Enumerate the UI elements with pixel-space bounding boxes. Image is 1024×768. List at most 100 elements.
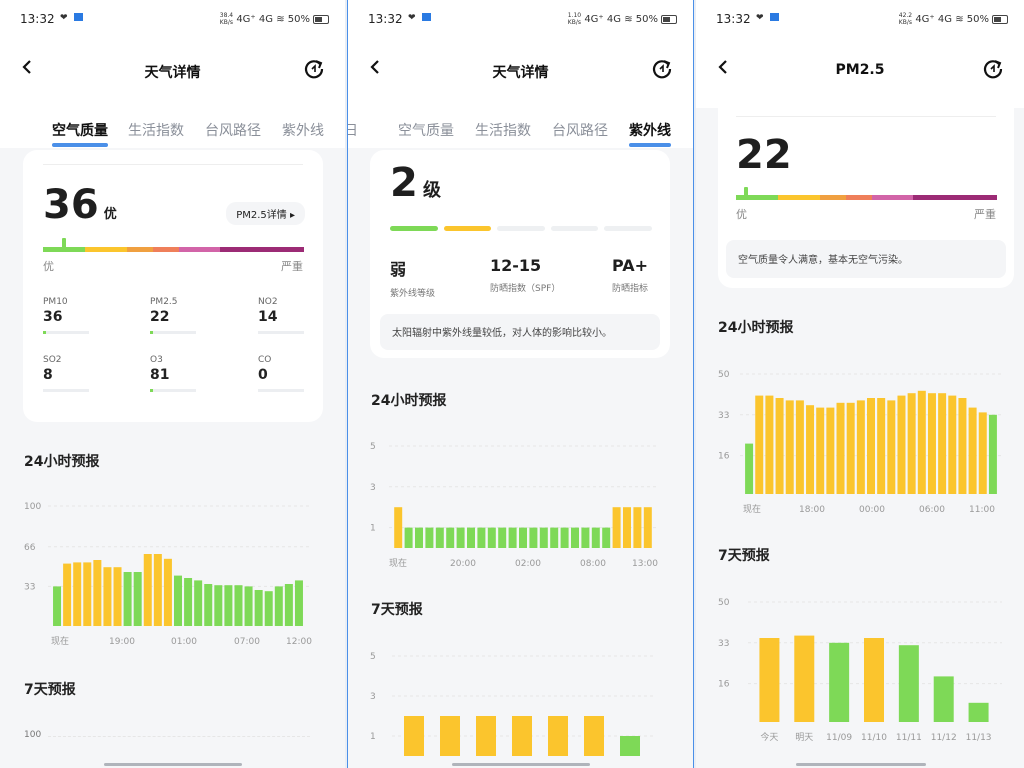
chart-bar[interactable] <box>113 567 122 626</box>
chart-bar[interactable] <box>153 554 162 626</box>
chart-bar[interactable] <box>988 414 997 494</box>
chart-bar[interactable] <box>415 527 423 548</box>
chart-bar[interactable] <box>83 562 92 626</box>
tab-life-index[interactable]: 生活指数 <box>475 120 531 140</box>
home-indicator[interactable] <box>452 763 590 766</box>
chart-bar[interactable] <box>512 716 532 756</box>
chart-bar[interactable] <box>948 395 957 494</box>
chart-bar[interactable] <box>978 412 987 494</box>
chart-bar[interactable] <box>633 507 642 548</box>
chart-bar[interactable] <box>476 716 496 756</box>
chart-bar[interactable] <box>591 527 600 548</box>
chart-bar[interactable] <box>612 507 621 548</box>
chart-bar[interactable] <box>816 407 825 494</box>
chart-bar[interactable] <box>829 642 850 722</box>
chart-bar[interactable] <box>53 586 62 626</box>
home-indicator[interactable] <box>796 763 926 766</box>
chart-bar[interactable] <box>254 590 263 626</box>
chart-bar[interactable] <box>103 567 112 626</box>
chart-bar[interactable] <box>264 591 273 626</box>
tab-air-quality[interactable]: 空气质量 <box>52 120 108 147</box>
chart-bar[interactable] <box>620 736 640 756</box>
chart-bar[interactable] <box>143 554 152 626</box>
refresh-icon[interactable] <box>982 58 1004 80</box>
chart-bar[interactable] <box>571 527 579 548</box>
chart-bar[interactable] <box>898 645 919 722</box>
chart-bar[interactable] <box>204 584 213 626</box>
chart-bar[interactable] <box>93 560 102 626</box>
chart-bar[interactable] <box>856 400 865 494</box>
chart-bar[interactable] <box>584 716 604 756</box>
chart-bar[interactable] <box>581 527 590 548</box>
chart-bar[interactable] <box>560 527 569 548</box>
chart-bar[interactable] <box>214 585 223 626</box>
refresh-icon[interactable] <box>651 58 673 80</box>
chart-bar[interactable] <box>550 527 559 548</box>
chart-bar[interactable] <box>794 635 815 722</box>
chart-bar[interactable] <box>163 558 172 626</box>
chart-bar[interactable] <box>933 676 954 722</box>
chart-bar[interactable] <box>487 527 496 548</box>
chart-bar[interactable] <box>836 402 845 494</box>
chart-bar[interactable] <box>745 443 754 494</box>
tab-air-quality[interactable]: 空气质量 <box>398 120 454 140</box>
chart-bar[interactable] <box>765 395 774 494</box>
tab-typhoon[interactable]: 台风路径 <box>552 120 608 140</box>
chart-bar[interactable] <box>968 407 977 494</box>
chart-bar[interactable] <box>274 586 283 626</box>
chart-bar[interactable] <box>194 580 203 626</box>
chart-bar[interactable] <box>508 527 517 548</box>
chart-bar[interactable] <box>519 527 527 548</box>
tab-uv[interactable]: 紫外线 <box>629 120 671 147</box>
chart-bar[interactable] <box>63 563 72 626</box>
chart-bar[interactable] <box>826 407 835 494</box>
chart-bar[interactable] <box>440 716 460 756</box>
chart-bar[interactable] <box>887 400 896 494</box>
chart-bar[interactable] <box>785 400 794 494</box>
chart-bar[interactable] <box>446 527 455 548</box>
tab-uv[interactable]: 紫外线 <box>282 120 324 140</box>
tab-life-index[interactable]: 生活指数 <box>128 120 184 140</box>
chart-bar[interactable] <box>795 400 804 494</box>
chart-bar[interactable] <box>435 527 444 548</box>
chart-bar[interactable] <box>224 585 233 626</box>
chart-bar[interactable] <box>643 507 652 548</box>
chart-bar[interactable] <box>806 405 815 494</box>
refresh-icon[interactable] <box>303 58 325 80</box>
chart-bar[interactable] <box>404 716 424 756</box>
chart-bar[interactable] <box>775 398 784 494</box>
chart-bar[interactable] <box>456 527 465 548</box>
chart-bar[interactable] <box>73 562 82 626</box>
chart-bar[interactable] <box>602 527 611 548</box>
tab-typhoon[interactable]: 台风路径 <box>205 120 261 140</box>
chart-bar[interactable] <box>394 507 403 548</box>
chart-bar[interactable] <box>623 507 631 548</box>
chart-bar[interactable] <box>425 527 434 548</box>
chart-bar[interactable] <box>284 584 293 626</box>
chart-bar[interactable] <box>548 716 568 756</box>
chart-bar[interactable] <box>498 527 507 548</box>
chart-bar[interactable] <box>404 527 413 548</box>
chart-bar[interactable] <box>539 527 548 548</box>
chart-bar[interactable] <box>897 395 906 494</box>
chart-bar[interactable] <box>958 398 967 494</box>
chart-bar[interactable] <box>867 398 875 494</box>
chart-bar[interactable] <box>917 390 926 494</box>
chart-bar[interactable] <box>877 398 886 494</box>
chart-bar[interactable] <box>244 586 253 626</box>
chart-bar[interactable] <box>123 572 132 626</box>
home-indicator[interactable] <box>104 763 242 766</box>
chart-bar[interactable] <box>864 638 884 722</box>
chart-bar[interactable] <box>184 578 193 626</box>
chart-bar[interactable] <box>755 395 764 494</box>
chart-bar[interactable] <box>968 702 989 722</box>
chart-bar[interactable] <box>174 575 182 626</box>
tab-partial[interactable]: 日 <box>348 120 358 140</box>
pm25-detail-button[interactable]: PM2.5详情 ▸ <box>226 202 305 225</box>
chart-bar[interactable] <box>234 585 243 626</box>
chart-bar[interactable] <box>477 527 486 548</box>
chart-bar[interactable] <box>294 580 303 626</box>
chart-bar[interactable] <box>529 527 538 548</box>
chart-bar[interactable] <box>759 638 780 722</box>
chart-bar[interactable] <box>927 393 936 494</box>
